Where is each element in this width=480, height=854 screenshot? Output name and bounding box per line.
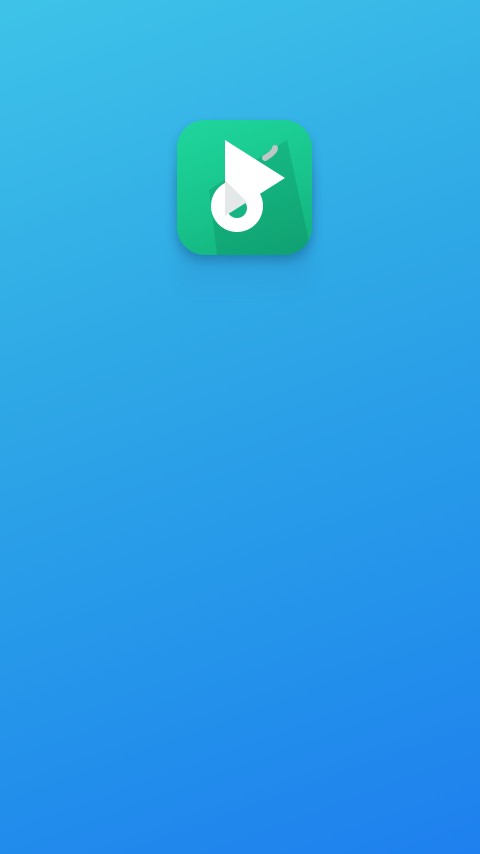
app-logo (177, 120, 312, 300)
logo-tile (177, 120, 312, 255)
play-music-note-icon (209, 140, 312, 255)
splash-screen (0, 0, 480, 854)
